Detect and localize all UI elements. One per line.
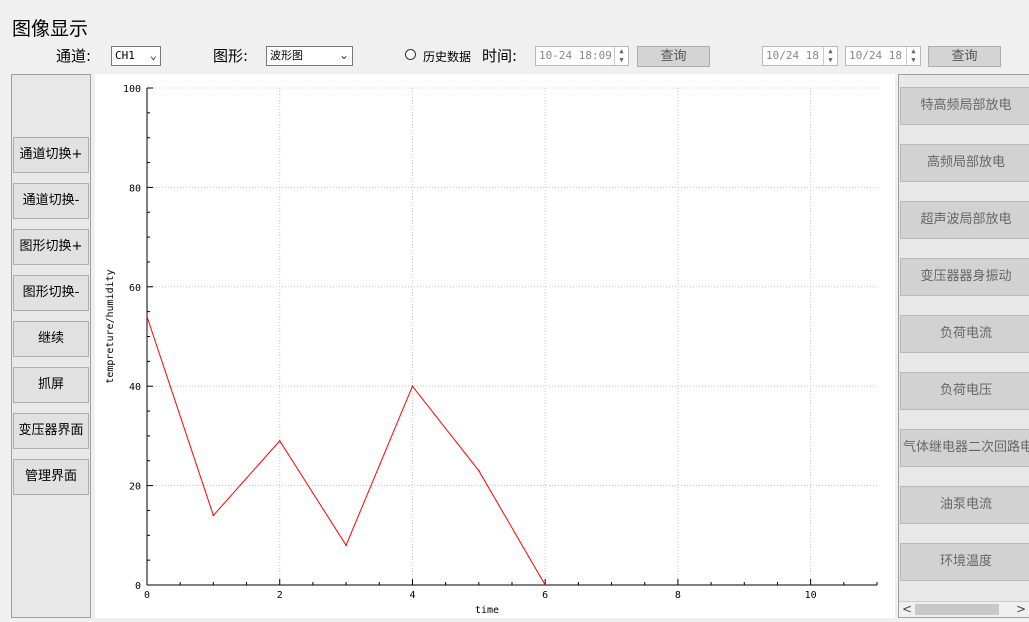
x-tick-label: 4 (409, 590, 415, 601)
uhf-partial-discharge-button[interactable]: 特高频局部放电 (900, 87, 1029, 125)
data-point (212, 514, 215, 517)
shape-select-value: 波形图 (270, 49, 303, 62)
admin-view-button[interactable]: 管理界面 (13, 459, 89, 495)
load-voltage-button[interactable]: 负荷电压 (900, 372, 1029, 410)
oil-pump-current-button[interactable]: 油泵电流 (900, 486, 1029, 524)
x-tick-label: 8 (675, 590, 681, 601)
x-tick-label: 0 (144, 590, 150, 601)
range-end-value: 10/24 18 (849, 49, 902, 62)
scroll-left-icon[interactable]: < (902, 602, 912, 617)
time-label: 时间: (482, 47, 518, 65)
data-point (345, 544, 347, 547)
y-axis-label: tempreture/humidity (105, 269, 116, 383)
chevron-down-icon: ⌄ (338, 48, 349, 62)
y-tick-label: 100 (123, 84, 141, 95)
y-tick-label: 80 (129, 183, 141, 194)
gas-relay-current-button[interactable]: 气体继电器二次回路电流 (900, 429, 1029, 467)
channel-select[interactable]: CH1 ⌄ (111, 46, 161, 66)
spin-arrows-icon[interactable]: ▲ ▼ (906, 47, 920, 65)
range-end-spinbox[interactable]: 10/24 18 ▲ ▼ (845, 46, 921, 66)
shape-prev-button[interactable]: 图形切换- (13, 275, 89, 311)
channel-select-value: CH1 (115, 49, 135, 62)
data-point (278, 440, 281, 442)
data-point (146, 315, 148, 318)
shape-next-button[interactable]: 图形切换+ (13, 229, 89, 265)
y-tick-label: 40 (129, 382, 141, 393)
horizontal-scrollbar[interactable]: < > (899, 601, 1029, 617)
query-button[interactable]: 查询 (637, 46, 710, 67)
chevron-down-icon: ⌄ (149, 48, 157, 62)
range-start-value: 10/24 18 (766, 49, 819, 62)
y-tick-label: 20 (129, 482, 141, 493)
y-tick-label: 0 (135, 581, 141, 592)
data-point (544, 584, 546, 586)
x-axis-label: time (475, 605, 499, 616)
right-button-panel: 特高频局部放电 高频局部放电 超声波局部放电 变压器器身振动 负荷电流 负荷电压… (898, 74, 1029, 618)
scroll-right-icon[interactable]: > (1016, 602, 1026, 617)
shape-label: 图形: (213, 47, 249, 65)
data-point (411, 385, 414, 388)
ultrasonic-partial-discharge-button[interactable]: 超声波局部放电 (900, 201, 1029, 239)
transformer-vibration-button[interactable]: 变压器器身振动 (900, 258, 1029, 296)
channel-label: 通道: (56, 47, 92, 65)
continue-button[interactable]: 继续 (13, 321, 89, 357)
query2-button[interactable]: 查询 (928, 46, 1001, 67)
spin-arrows-icon[interactable]: ▲ ▼ (823, 47, 837, 65)
transformer-view-button[interactable]: 变压器界面 (13, 413, 89, 449)
history-label: 历史数据 (423, 50, 472, 64)
load-current-button[interactable]: 负荷电流 (900, 315, 1029, 353)
x-tick-label: 2 (277, 590, 283, 601)
spin-arrows-icon[interactable]: ▲ ▼ (614, 47, 628, 65)
scroll-thumb[interactable] (915, 604, 999, 615)
waveform-chart: 0 2 4 6 8 10 0 20 40 60 80 100 time tempreture/humidi… (95, 74, 895, 618)
channel-prev-button[interactable]: 通道切换- (13, 183, 89, 219)
x-tick-label: 6 (542, 590, 548, 601)
left-button-panel: 通道切换+ 通道切换- 图形切换+ 图形切换- 继续 抓屏 变压器界面 管理界面 (11, 74, 91, 618)
y-tick-label: 60 (129, 283, 141, 294)
screenshot-button[interactable]: 抓屏 (13, 367, 89, 403)
shape-select[interactable]: 波形图 ⌄ (266, 46, 353, 66)
channel-next-button[interactable]: 通道切换+ (13, 137, 89, 173)
time-spinbox[interactable]: 10-24 18:09 ▲ ▼ (535, 46, 629, 66)
history-radio[interactable] (405, 49, 416, 60)
x-tick-label: 10 (805, 590, 817, 601)
hf-partial-discharge-button[interactable]: 高频局部放电 (900, 144, 1029, 182)
data-point (478, 469, 480, 472)
chart-svg: 0 2 4 6 8 10020406080100timetempreture/humidi… (105, 84, 878, 616)
ambient-temperature-button[interactable]: 环境温度 (900, 543, 1029, 581)
window-title: 图像显示 (12, 18, 89, 40)
range-start-spinbox[interactable]: 10/24 18 ▲ ▼ (762, 46, 838, 66)
time-value: 10-24 18:09 (539, 49, 612, 62)
